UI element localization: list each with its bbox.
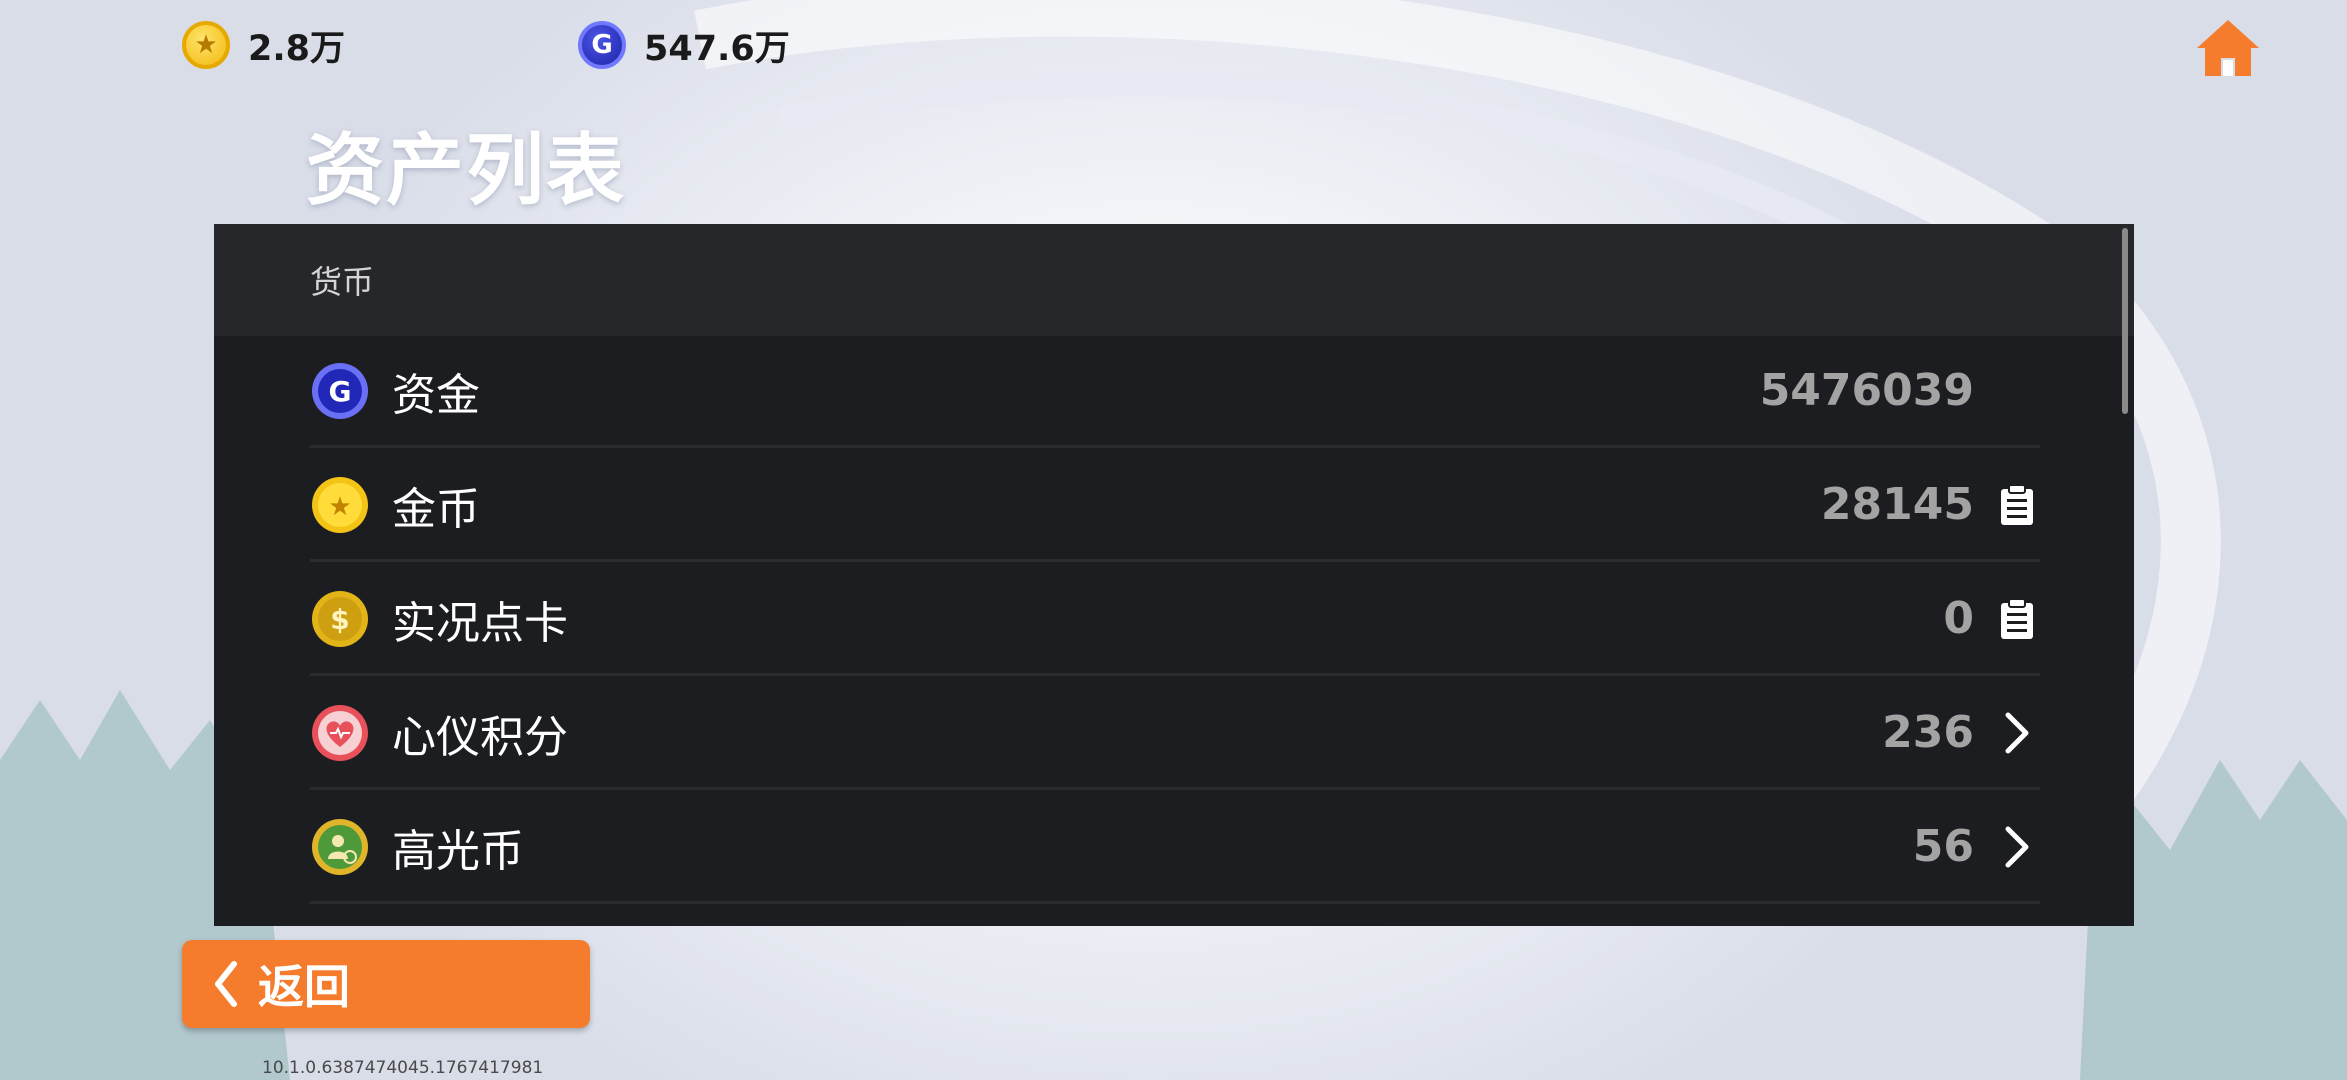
asset-row-point-card: $ 实况点卡 0 — [310, 564, 2040, 676]
asset-label: 实况点卡 — [392, 597, 568, 649]
page-title: 资产列表 — [306, 126, 627, 216]
cash-value: 547.6万 — [644, 28, 790, 69]
cash-g-icon: G — [578, 21, 626, 69]
back-button[interactable]: 返回 — [182, 940, 590, 1028]
highlight-coin-icon — [312, 818, 368, 875]
asset-amount: 28145 — [1820, 479, 1974, 530]
asset-row-funds: G 资金 5476039 — [310, 336, 2040, 448]
back-button-label: 返回 — [258, 960, 350, 1014]
svg-text:G: G — [329, 375, 352, 408]
asset-row-heart-points[interactable]: 心仪积分 236 — [310, 678, 2040, 790]
gold-coin-balance: ★ 2.8万 — [182, 18, 345, 72]
asset-row-gold-coin: ★ 金币 28145 — [310, 450, 2040, 562]
asset-amount: 236 — [1882, 707, 1974, 758]
asset-amount: 5476039 — [1759, 365, 1974, 416]
chevron-right-button[interactable] — [1994, 708, 2040, 758]
dollar-coin-icon: $ — [312, 590, 368, 647]
svg-text:★: ★ — [328, 492, 351, 522]
chevron-right-icon — [2005, 712, 2029, 753]
cash-g-icon: G — [312, 362, 368, 419]
clipboard-icon — [2001, 597, 2033, 639]
home-icon — [2197, 20, 2259, 76]
heart-points-icon — [312, 704, 368, 761]
cash-balance: G 547.6万 — [578, 18, 790, 72]
chevron-right-icon — [2005, 826, 2029, 867]
asset-amount: 56 — [1912, 821, 1974, 872]
asset-label: 高光币 — [392, 825, 524, 877]
chevron-right-button[interactable] — [1994, 822, 2040, 872]
gold-star-coin-icon: ★ — [312, 476, 368, 533]
clipboard-icon — [2001, 483, 2033, 525]
scrollbar[interactable] — [2122, 228, 2128, 414]
home-button[interactable] — [2193, 16, 2263, 80]
svg-text:$: $ — [330, 603, 349, 636]
asset-label: 资金 — [392, 369, 480, 421]
section-header: 货币 — [214, 224, 2134, 336]
asset-amount: 0 — [1943, 593, 1974, 644]
version-string: 10.1.0.6387474045.1767417981 — [262, 1058, 544, 1078]
section-label: 货币 — [310, 263, 375, 301]
asset-label: 金币 — [392, 483, 480, 535]
asset-label: 心仪积分 — [392, 711, 568, 763]
clipboard-button[interactable] — [1994, 480, 2040, 530]
asset-list-panel[interactable]: 货币 G 资金 5476039 ★ 金币 28145 $ 实况点卡 0 心仪积分… — [214, 224, 2134, 926]
chevron-left-icon — [215, 961, 237, 1007]
asset-row-highlight-coin[interactable]: 高光币 56 — [310, 792, 2040, 904]
clipboard-button[interactable] — [1994, 594, 2040, 644]
gold-coin-value: 2.8万 — [248, 28, 346, 69]
gold-star-coin-icon: ★ — [182, 21, 230, 69]
